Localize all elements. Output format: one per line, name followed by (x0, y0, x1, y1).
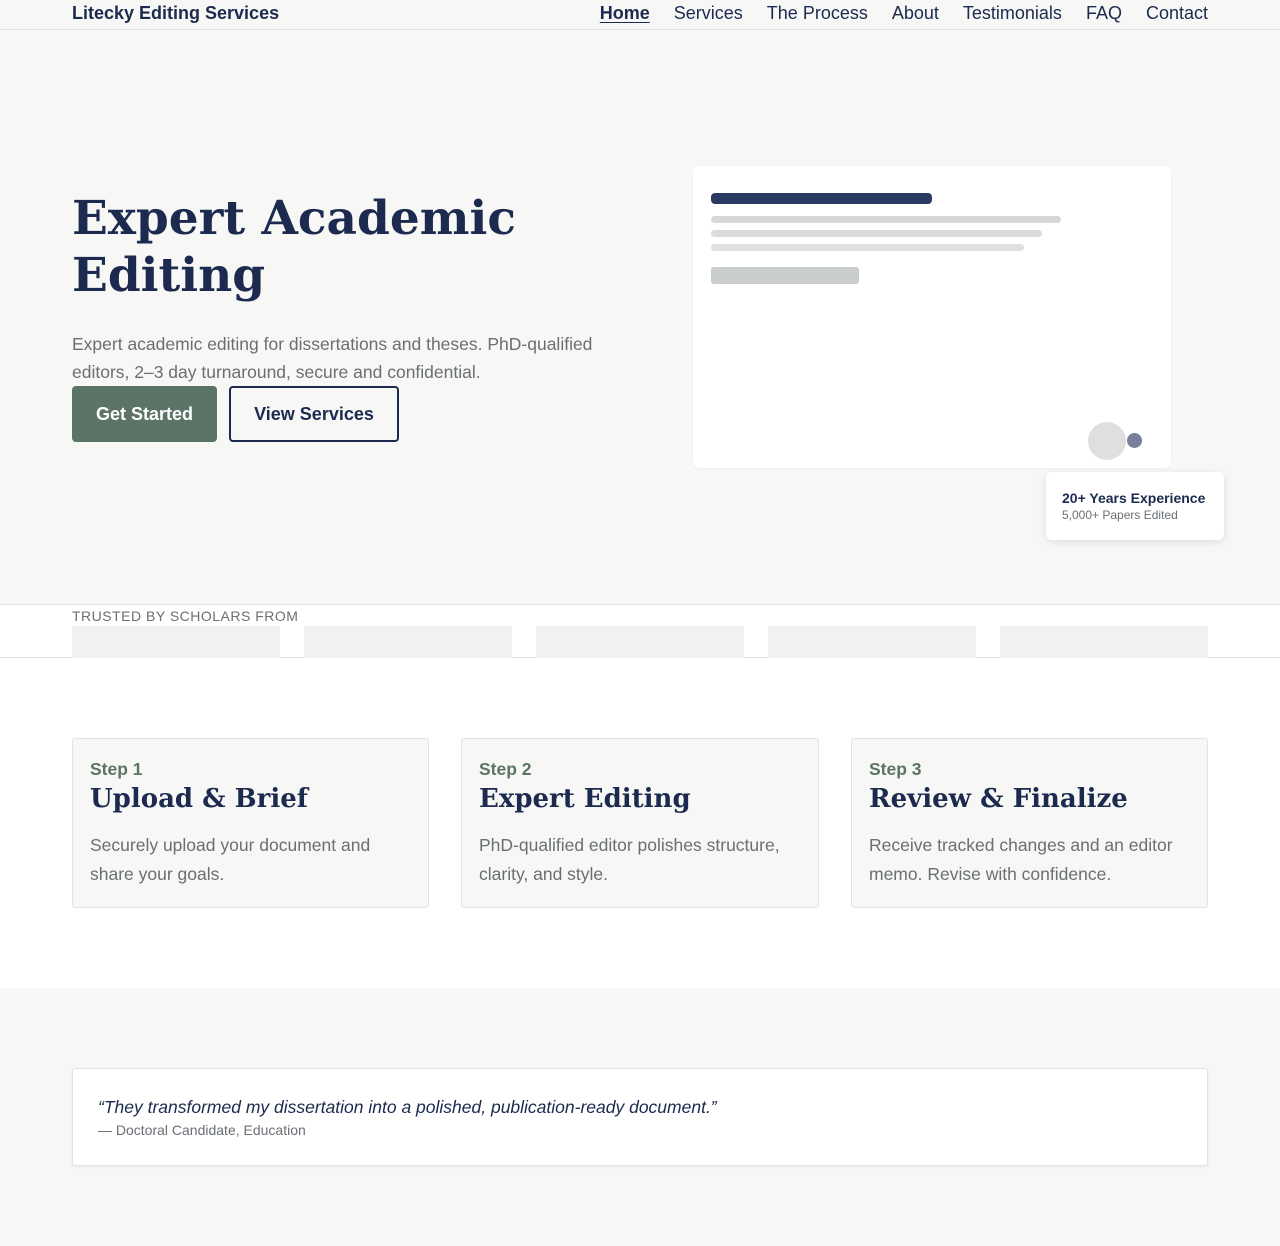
experience-badge: 20+ Years Experience 5,000+ Papers Edite… (1046, 472, 1224, 540)
badge-title: 20+ Years Experience (1062, 490, 1206, 506)
institution-logo-placeholder (536, 626, 744, 658)
preview-dot (1127, 433, 1142, 448)
document-preview-illustration (693, 166, 1171, 468)
nav-link-process[interactable]: The Process (767, 3, 868, 24)
nav-links: Home Services The Process About Testimon… (600, 3, 1208, 24)
process-steps-section: Step 1 Upload & Brief Securely upload yo… (0, 658, 1280, 988)
preview-text-line (711, 244, 1024, 251)
step-card-2: Step 2 Expert Editing PhD-qualified edit… (461, 738, 819, 908)
institution-logo-placeholder (304, 626, 512, 658)
nav-link-contact[interactable]: Contact (1146, 3, 1208, 24)
institution-logo-placeholder (1000, 626, 1208, 658)
step-description: PhD-qualified editor polishes structure,… (479, 835, 780, 884)
step-card-1: Step 1 Upload & Brief Securely upload yo… (72, 738, 429, 908)
nav-link-testimonials[interactable]: Testimonials (963, 3, 1062, 24)
preview-avatar-circle (1088, 422, 1126, 460)
preview-text-line (711, 216, 1061, 223)
preview-button-placeholder (711, 267, 859, 284)
nav-link-home[interactable]: Home (600, 3, 650, 24)
step-title: Upload & Brief (90, 784, 308, 814)
hero-subtitle: Expert academic editing for dissertation… (72, 334, 593, 382)
nav-link-services[interactable]: Services (674, 3, 743, 24)
top-navbar: Litecky Editing Services Home Services T… (0, 0, 1280, 30)
nav-link-about[interactable]: About (892, 3, 939, 24)
view-services-button[interactable]: View Services (229, 386, 399, 442)
hero-title: Expert Academic Editing (72, 191, 516, 303)
preview-text-line (711, 230, 1042, 237)
preview-heading-bar (711, 193, 932, 204)
get-started-button[interactable]: Get Started (72, 386, 217, 442)
brand-logo[interactable]: Litecky Editing Services (72, 3, 279, 24)
step-number: Step 1 (90, 759, 143, 779)
testimonial-quote: “They transformed my dissertation into a… (98, 1097, 717, 1117)
institution-logo-placeholder (768, 626, 976, 658)
step-description: Securely upload your document and share … (90, 835, 371, 884)
step-description: Receive tracked changes and an editor me… (869, 835, 1173, 884)
badge-subtitle: 5,000+ Papers Edited (1062, 508, 1178, 522)
step-title: Expert Editing (479, 784, 691, 814)
step-card-3: Step 3 Review & Finalize Receive tracked… (851, 738, 1208, 908)
step-number: Step 3 (869, 759, 922, 779)
testimonial-attribution: — Doctoral Candidate, Education (98, 1122, 306, 1138)
step-title: Review & Finalize (869, 784, 1128, 814)
nav-link-faq[interactable]: FAQ (1086, 3, 1122, 24)
institution-logo-placeholder (72, 626, 280, 658)
step-number: Step 2 (479, 759, 532, 779)
trusted-by-strip: TRUSTED BY SCHOLARS FROM (0, 604, 1280, 658)
trusted-label: TRUSTED BY SCHOLARS FROM (72, 608, 299, 624)
testimonial-card: “They transformed my dissertation into a… (72, 1068, 1208, 1166)
